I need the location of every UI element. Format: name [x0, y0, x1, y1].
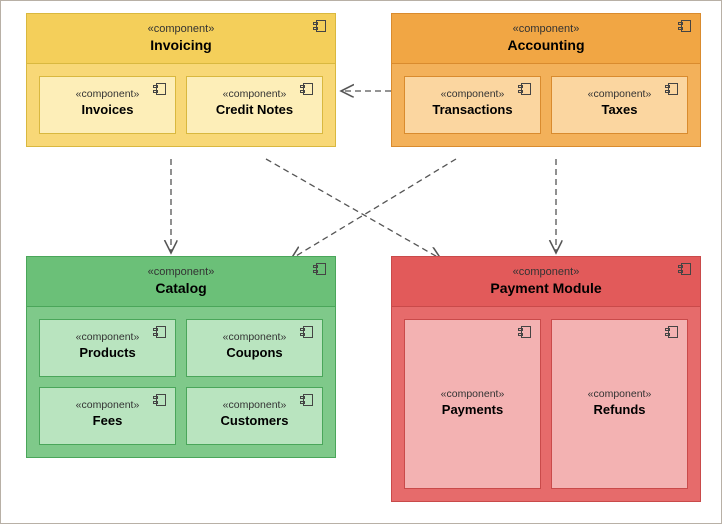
component-header: «component» Accounting: [392, 14, 700, 64]
component-title: Invoicing: [27, 36, 335, 54]
stereotype-label: «component»: [411, 87, 534, 101]
component-icon: [313, 20, 327, 32]
subcomponent-title: Invoices: [46, 101, 169, 119]
component-invoicing[interactable]: «component» Invoicing «component» Invoic…: [26, 13, 336, 147]
stereotype-label: «component»: [411, 387, 534, 401]
subcomponent-title: Refunds: [558, 401, 681, 419]
component-header: «component» Invoicing: [27, 14, 335, 64]
component-catalog[interactable]: «component» Catalog «component» Products…: [26, 256, 336, 458]
component-icon: [300, 83, 314, 95]
stereotype-label: «component»: [558, 387, 681, 401]
subcomponent-customers[interactable]: «component» Customers: [186, 387, 323, 445]
stereotype-label: «component»: [27, 265, 335, 279]
subcomponent-title: Payments: [411, 401, 534, 419]
subcomponent-title: Transactions: [411, 101, 534, 119]
subcomponent-coupons[interactable]: «component» Coupons: [186, 319, 323, 377]
subcomponent-refunds[interactable]: «component» Refunds: [551, 319, 688, 489]
stereotype-label: «component»: [193, 330, 316, 344]
component-body: «component» Transactions «component» Tax…: [392, 64, 700, 146]
stereotype-label: «component»: [46, 398, 169, 412]
component-icon: [518, 83, 532, 95]
component-body: «component» Invoices «component» Credit …: [27, 64, 335, 146]
component-icon: [153, 394, 167, 406]
component-icon: [300, 394, 314, 406]
component-body: «component» Payments «component» Refunds: [392, 307, 700, 501]
stereotype-label: «component»: [27, 22, 335, 36]
component-header: «component» Payment Module: [392, 257, 700, 307]
component-accounting[interactable]: «component» Accounting «component» Trans…: [391, 13, 701, 147]
component-icon: [678, 20, 692, 32]
subcomponent-invoices[interactable]: «component» Invoices: [39, 76, 176, 134]
component-body: «component» Products «component» Coupons…: [27, 307, 335, 457]
component-icon: [518, 326, 532, 338]
stereotype-label: «component»: [193, 398, 316, 412]
subcomponent-products[interactable]: «component» Products: [39, 319, 176, 377]
diagram-canvas: «component» Invoicing «component» Invoic…: [0, 0, 722, 524]
component-icon: [665, 83, 679, 95]
stereotype-label: «component»: [46, 87, 169, 101]
subcomponent-title: Credit Notes: [193, 101, 316, 119]
component-icon: [678, 263, 692, 275]
component-title: Accounting: [392, 36, 700, 54]
subcomponent-title: Taxes: [558, 101, 681, 119]
subcomponent-credit-notes[interactable]: «component» Credit Notes: [186, 76, 323, 134]
subcomponent-title: Fees: [46, 412, 169, 430]
subcomponent-payments[interactable]: «component» Payments: [404, 319, 541, 489]
stereotype-label: «component»: [392, 22, 700, 36]
subcomponent-fees[interactable]: «component» Fees: [39, 387, 176, 445]
stereotype-label: «component»: [392, 265, 700, 279]
subcomponent-title: Products: [46, 344, 169, 362]
component-icon: [153, 326, 167, 338]
component-title: Payment Module: [392, 279, 700, 297]
subcomponent-taxes[interactable]: «component» Taxes: [551, 76, 688, 134]
stereotype-label: «component»: [46, 330, 169, 344]
subcomponent-transactions[interactable]: «component» Transactions: [404, 76, 541, 134]
component-icon: [153, 83, 167, 95]
component-header: «component» Catalog: [27, 257, 335, 307]
stereotype-label: «component»: [558, 87, 681, 101]
component-icon: [300, 326, 314, 338]
component-icon: [313, 263, 327, 275]
subcomponent-title: Coupons: [193, 344, 316, 362]
component-payment-module[interactable]: «component» Payment Module «component» P…: [391, 256, 701, 502]
subcomponent-title: Customers: [193, 412, 316, 430]
stereotype-label: «component»: [193, 87, 316, 101]
component-icon: [665, 326, 679, 338]
component-title: Catalog: [27, 279, 335, 297]
